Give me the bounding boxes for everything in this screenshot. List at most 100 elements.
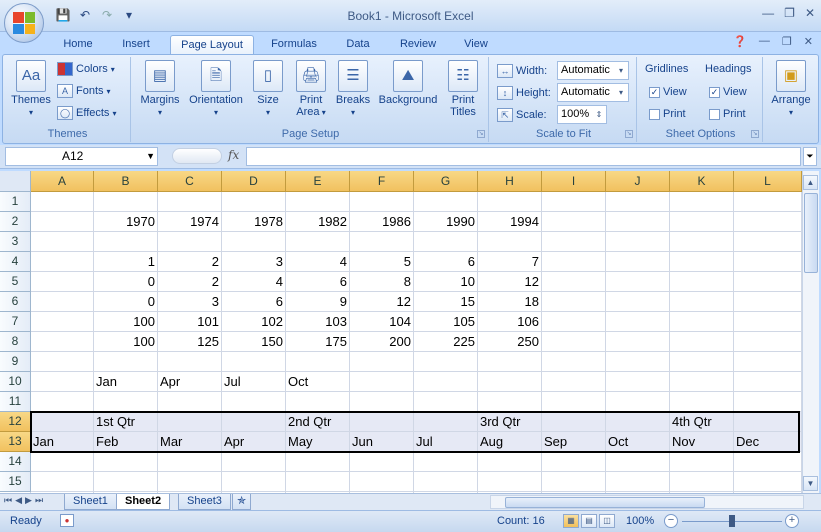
cell-b2[interactable]: 1970 [94, 212, 158, 232]
scroll-down-icon[interactable]: ▼ [803, 476, 818, 491]
column-header-h[interactable]: H [478, 171, 542, 192]
column-header-l[interactable]: L [734, 171, 802, 192]
page-break-preview-icon[interactable]: ◫ [599, 514, 615, 528]
column-header-j[interactable]: J [606, 171, 670, 192]
cell-e10[interactable]: Oct [286, 372, 350, 392]
cell-b5[interactable]: 0 [94, 272, 158, 292]
cell-f5[interactable]: 8 [350, 272, 414, 292]
last-sheet-icon[interactable]: ⏭ [35, 495, 43, 506]
cell-h2[interactable]: 1994 [478, 212, 542, 232]
cell-e5[interactable]: 6 [286, 272, 350, 292]
background-button[interactable]: ⛰ Background [375, 60, 441, 106]
row-header-5[interactable]: 5 [0, 272, 31, 292]
cell-e4[interactable]: 4 [286, 252, 350, 272]
headings-print-checkbox[interactable]: Print [709, 108, 746, 120]
workbook-minimize-icon[interactable]: — [759, 35, 770, 48]
column-header-c[interactable]: C [158, 171, 222, 192]
column-header-i[interactable]: I [542, 171, 606, 192]
cell-f4[interactable]: 5 [350, 252, 414, 272]
effects-button[interactable]: ◯ Effects ▾ [57, 106, 116, 120]
fonts-button[interactable]: A Fonts ▾ [57, 84, 111, 98]
cell-g7[interactable]: 105 [414, 312, 478, 332]
next-sheet-icon[interactable]: ▶ [25, 495, 32, 506]
tab-insert[interactable]: Insert [114, 35, 158, 55]
cell-d10[interactable]: Jul [222, 372, 286, 392]
page-setup-launcher-icon[interactable]: ↘ [477, 130, 485, 138]
restore-icon[interactable]: ❐ [784, 6, 795, 20]
column-header-d[interactable]: D [222, 171, 286, 192]
cell-d6[interactable]: 6 [222, 292, 286, 312]
row-header-1[interactable]: 1 [0, 192, 31, 212]
tab-formulas[interactable]: Formulas [263, 35, 325, 55]
cell-d5[interactable]: 4 [222, 272, 286, 292]
cell-h5[interactable]: 12 [478, 272, 542, 292]
row-header-9[interactable]: 9 [0, 352, 31, 372]
cell-e6[interactable]: 9 [286, 292, 350, 312]
cell-b4[interactable]: 1 [94, 252, 158, 272]
scroll-up-icon[interactable]: ▲ [803, 175, 818, 190]
worksheet-grid[interactable]: A B C D E F G H I J K L 1 2 3 4 5 6 7 8 9 10 11 12 13 14 15 1970 197… [0, 171, 802, 493]
tab-home[interactable]: Home [56, 35, 100, 55]
cell-b6[interactable]: 0 [94, 292, 158, 312]
row-header-4[interactable]: 4 [0, 252, 31, 272]
zoom-out-icon[interactable]: − [664, 514, 678, 528]
cell-c2[interactable]: 1974 [158, 212, 222, 232]
gridlines-print-checkbox[interactable]: Print [649, 108, 686, 120]
zoom-in-icon[interactable]: + [785, 514, 799, 528]
cell-g6[interactable]: 15 [414, 292, 478, 312]
cell-c7[interactable]: 101 [158, 312, 222, 332]
page-layout-view-icon[interactable]: ▤ [581, 514, 597, 528]
row-header-2[interactable]: 2 [0, 212, 31, 232]
cell-d2[interactable]: 1978 [222, 212, 286, 232]
zoom-level[interactable]: 100% [626, 515, 654, 527]
normal-view-icon[interactable]: ▦ [563, 514, 579, 528]
cell-h4[interactable]: 7 [478, 252, 542, 272]
vertical-scroll-thumb[interactable] [804, 193, 818, 273]
cell-g5[interactable]: 10 [414, 272, 478, 292]
insert-function-button[interactable]: fx [228, 148, 239, 162]
column-header-e[interactable]: E [286, 171, 350, 192]
record-macro-icon[interactable]: ● [60, 514, 74, 527]
horizontal-scroll-thumb[interactable] [505, 497, 705, 508]
cell-g8[interactable]: 225 [414, 332, 478, 352]
print-area-button[interactable]: 🖨 Print Area ▾ [291, 60, 331, 119]
sheet-tab-sheet2[interactable]: Sheet2 [116, 494, 171, 510]
row-header-12[interactable]: 12 [0, 412, 31, 432]
row-header-8[interactable]: 8 [0, 332, 31, 352]
cell-h6[interactable]: 18 [478, 292, 542, 312]
close-icon[interactable]: ✕ [805, 6, 815, 20]
cell-e2[interactable]: 1982 [286, 212, 350, 232]
cell-c8[interactable]: 125 [158, 332, 222, 352]
vertical-scrollbar[interactable]: ▲ ▼ [802, 171, 819, 493]
cell-f6[interactable]: 12 [350, 292, 414, 312]
cell-d8[interactable]: 150 [222, 332, 286, 352]
arrange-button[interactable]: ▣ Arrange ▾ [769, 60, 813, 119]
sheet-tab-sheet1[interactable]: Sheet1 [64, 494, 117, 510]
themes-button[interactable]: Aa Themes ▾ [11, 60, 51, 119]
first-sheet-icon[interactable]: ⏮ [4, 495, 12, 506]
cell-e8[interactable]: 175 [286, 332, 350, 352]
row-header-15[interactable]: 15 [0, 472, 31, 492]
height-select[interactable]: Automatic ▾ [557, 83, 629, 102]
expand-formula-bar-icon[interactable]: ⏷ [803, 147, 817, 166]
prev-sheet-icon[interactable]: ◀ [15, 495, 22, 506]
cell-f8[interactable]: 200 [350, 332, 414, 352]
cell-b10[interactable]: Jan [94, 372, 158, 392]
cell-f2[interactable]: 1986 [350, 212, 414, 232]
column-header-g[interactable]: G [414, 171, 478, 192]
cell-h7[interactable]: 106 [478, 312, 542, 332]
row-header-3[interactable]: 3 [0, 232, 31, 252]
name-box[interactable]: A12 ▼ [5, 147, 158, 166]
cell-e7[interactable]: 103 [286, 312, 350, 332]
tab-data[interactable]: Data [338, 35, 378, 55]
size-button[interactable]: ▯ Size ▾ [251, 60, 285, 119]
row-header-11[interactable]: 11 [0, 392, 31, 412]
select-all-corner[interactable] [0, 171, 31, 192]
insert-sheet-icon[interactable]: ✯ [232, 494, 252, 510]
orientation-button[interactable]: 🗎 Orientation ▾ [185, 60, 247, 119]
print-titles-button[interactable]: ☷ Print Titles [443, 60, 483, 118]
breaks-button[interactable]: ☰ Breaks ▾ [333, 60, 373, 119]
tab-review[interactable]: Review [393, 35, 443, 55]
cell-c4[interactable]: 2 [158, 252, 222, 272]
cell-g2[interactable]: 1990 [414, 212, 478, 232]
